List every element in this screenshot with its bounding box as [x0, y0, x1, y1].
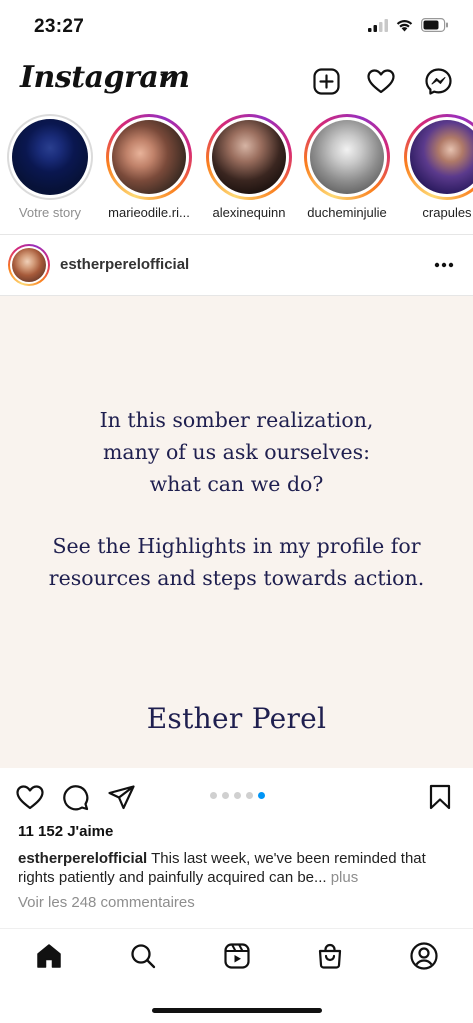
- tab-profile[interactable]: [409, 941, 439, 971]
- status-bar: 23:27: [0, 0, 473, 56]
- messenger-icon: [424, 67, 452, 95]
- carousel-dot: [234, 792, 241, 799]
- story-item[interactable]: crapules: [402, 114, 473, 220]
- home-indicator: [152, 1008, 322, 1013]
- story-ring: [7, 114, 93, 200]
- post-avatar[interactable]: [8, 244, 50, 286]
- stories-tray[interactable]: Votre story marieodile.ri... alexinequin…: [0, 112, 473, 232]
- battery-icon: [421, 18, 448, 32]
- comment-icon: [62, 784, 88, 810]
- story-item[interactable]: marieodile.ri...: [104, 114, 194, 220]
- share-button[interactable]: [106, 782, 136, 812]
- signal-icon: [368, 18, 388, 32]
- quote-line: many of us ask ourselves:: [102, 440, 371, 464]
- quote-line: what can we do?: [149, 472, 324, 496]
- post-actions: [0, 778, 473, 814]
- divider: [0, 234, 473, 235]
- avatar: [12, 248, 46, 282]
- story-ring: [404, 114, 473, 200]
- avatar: [112, 120, 186, 194]
- post-username[interactable]: estherperelofficial: [60, 256, 189, 273]
- home-icon: [37, 944, 61, 968]
- caption-username[interactable]: estherperelofficial: [18, 850, 147, 867]
- story-ring: [206, 114, 292, 200]
- story-label: marieodile.ri...: [108, 205, 190, 220]
- story-label: ducheminjulie: [307, 205, 387, 220]
- tab-home[interactable]: [34, 941, 64, 971]
- wifi-icon: [396, 20, 413, 32]
- story-item[interactable]: ducheminjulie: [302, 114, 392, 220]
- comment-button[interactable]: [60, 782, 90, 812]
- carousel-indicator: [210, 792, 265, 799]
- quote-line: resources and steps towards action.: [48, 566, 425, 590]
- avatar: [12, 119, 88, 195]
- story-label: alexinequinn: [212, 205, 286, 220]
- messenger-button[interactable]: [423, 66, 453, 96]
- avatar: [310, 120, 384, 194]
- post-signature: Esther Perel: [146, 702, 327, 735]
- caption-more-link[interactable]: plus: [331, 869, 359, 886]
- post-image[interactable]: In this somber realization, many of us a…: [0, 296, 473, 768]
- heart-icon: [367, 68, 395, 93]
- more-options-icon: [434, 262, 454, 268]
- new-post-button[interactable]: [311, 66, 341, 96]
- avatar: [212, 120, 286, 194]
- quote-line: In this somber realization,: [99, 408, 374, 432]
- status-icons: [368, 18, 449, 32]
- heart-icon: [16, 784, 44, 809]
- save-button[interactable]: [425, 782, 455, 812]
- reels-icon: [224, 943, 250, 969]
- activity-button[interactable]: [366, 66, 396, 96]
- avatar: [410, 120, 473, 194]
- tab-shop[interactable]: [315, 941, 345, 971]
- story-own[interactable]: Votre story: [5, 114, 95, 220]
- send-icon: [107, 784, 135, 809]
- app-header: Instagram: [0, 56, 473, 108]
- chevron-down-icon[interactable]: [160, 73, 174, 82]
- post-header: estherperelofficial: [0, 236, 473, 294]
- story-ring: [106, 114, 192, 200]
- bottom-tab-bar: [0, 928, 473, 988]
- carousel-dot: [210, 792, 217, 799]
- status-time: 23:27: [34, 16, 85, 37]
- tab-reels[interactable]: [222, 941, 252, 971]
- carousel-dot: [222, 792, 229, 799]
- bookmark-icon: [429, 784, 451, 810]
- shop-icon: [318, 943, 342, 969]
- tab-search[interactable]: [128, 941, 158, 971]
- carousel-dot: [246, 792, 253, 799]
- like-button[interactable]: [15, 782, 45, 812]
- post-quote: In this somber realization, many of us a…: [0, 404, 473, 594]
- post-options-button[interactable]: [431, 256, 457, 274]
- quote-line: See the Highlights in my profile for: [52, 534, 421, 558]
- likes-count[interactable]: 11 152 J'aime: [18, 823, 113, 840]
- story-item[interactable]: alexinequinn: [204, 114, 294, 220]
- story-label: Votre story: [18, 205, 82, 220]
- search-icon: [131, 944, 156, 969]
- post-caption: estherperelofficial This last week, we'v…: [18, 849, 458, 887]
- story-ring: [304, 114, 390, 200]
- story-label: crapules: [422, 205, 472, 220]
- view-comments-link[interactable]: Voir les 248 commentaires: [18, 894, 195, 911]
- profile-icon: [410, 942, 438, 970]
- carousel-dot-active: [258, 792, 265, 799]
- new-post-icon: [312, 67, 340, 95]
